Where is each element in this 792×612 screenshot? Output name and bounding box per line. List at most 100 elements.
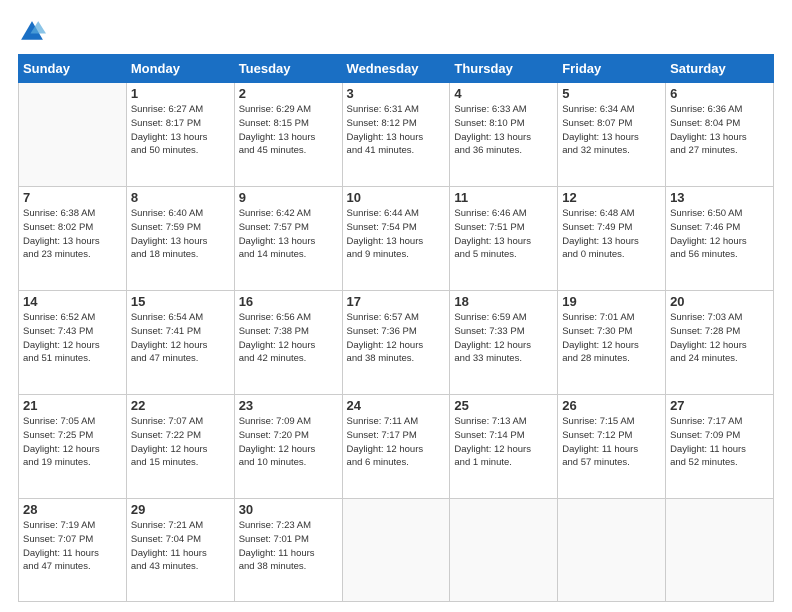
calendar-cell: 23 Sunrise: 7:09 AMSunset: 7:20 PMDayligh…: [234, 395, 342, 499]
day-number: 15: [131, 294, 230, 309]
calendar-week-4: 21 Sunrise: 7:05 AMSunset: 7:25 PMDayligh…: [19, 395, 774, 499]
calendar-cell: [450, 499, 558, 602]
calendar-cell: 30Sunrise: 7:23 AMSunset: 7:01 PMDayligh…: [234, 499, 342, 602]
day-info: Sunrise: 7:21 AMSunset: 7:04 PMDaylight:…: [131, 519, 230, 574]
calendar-week-3: 14Sunrise: 6:52 AMSunset: 7:43 PMDayligh…: [19, 291, 774, 395]
day-number: 3: [347, 86, 446, 101]
day-info: Sunrise: 6:36 AMSunset: 8:04 PMDaylight:…: [670, 103, 769, 158]
day-info: Sunrise: 7:05 AMSunset: 7:25 PMDaylight:…: [23, 415, 122, 470]
day-info: Sunrise: 7:15 AMSunset: 7:12 PMDaylight:…: [562, 415, 661, 470]
calendar-cell: 17 Sunrise: 6:57 AMSunset: 7:36 PMDayligh…: [342, 291, 450, 395]
day-info: Sunrise: 7:07 AMSunset: 7:22 PMDaylight:…: [131, 415, 230, 470]
day-number: 24: [347, 398, 446, 413]
calendar-cell: 20Sunrise: 7:03 AMSunset: 7:28 PMDayligh…: [666, 291, 774, 395]
calendar-cell: 9 Sunrise: 6:42 AMSunset: 7:57 PMDaylight…: [234, 187, 342, 291]
day-number: 13: [670, 190, 769, 205]
calendar-cell: 4 Sunrise: 6:33 AMSunset: 8:10 PMDaylight…: [450, 83, 558, 187]
calendar-cell: 13Sunrise: 6:50 AMSunset: 7:46 PMDayligh…: [666, 187, 774, 291]
calendar-cell: 21 Sunrise: 7:05 AMSunset: 7:25 PMDayligh…: [19, 395, 127, 499]
day-number: 12: [562, 190, 661, 205]
day-info: Sunrise: 6:34 AMSunset: 8:07 PMDaylight:…: [562, 103, 661, 158]
calendar-cell: 14Sunrise: 6:52 AMSunset: 7:43 PMDayligh…: [19, 291, 127, 395]
day-info: Sunrise: 6:29 AMSunset: 8:15 PMDaylight:…: [239, 103, 338, 158]
day-info: Sunrise: 6:33 AMSunset: 8:10 PMDaylight:…: [454, 103, 553, 158]
calendar-cell: [342, 499, 450, 602]
day-number: 16: [239, 294, 338, 309]
page: SundayMondayTuesdayWednesdayThursdayFrid…: [0, 0, 792, 612]
calendar-cell: 29 Sunrise: 7:21 AMSunset: 7:04 PMDayligh…: [126, 499, 234, 602]
day-number: 23: [239, 398, 338, 413]
day-number: 26: [562, 398, 661, 413]
calendar-cell: 28 Sunrise: 7:19 AMSunset: 7:07 PMDayligh…: [19, 499, 127, 602]
day-info: Sunrise: 7:17 AMSunset: 7:09 PMDaylight:…: [670, 415, 769, 470]
calendar-cell: 12Sunrise: 6:48 AMSunset: 7:49 PMDayligh…: [558, 187, 666, 291]
day-info: Sunrise: 7:11 AMSunset: 7:17 PMDaylight:…: [347, 415, 446, 470]
day-info: Sunrise: 6:59 AMSunset: 7:33 PMDaylight:…: [454, 311, 553, 366]
day-number: 5: [562, 86, 661, 101]
calendar-cell: 27Sunrise: 7:17 AMSunset: 7:09 PMDayligh…: [666, 395, 774, 499]
calendar-cell: 15 Sunrise: 6:54 AMSunset: 7:41 PMDayligh…: [126, 291, 234, 395]
day-number: 11: [454, 190, 553, 205]
day-number: 28: [23, 502, 122, 517]
calendar-cell: 11 Sunrise: 6:46 AMSunset: 7:51 PMDayligh…: [450, 187, 558, 291]
calendar-cell: 1Sunrise: 6:27 AMSunset: 8:17 PMDaylight…: [126, 83, 234, 187]
day-info: Sunrise: 6:56 AMSunset: 7:38 PMDaylight:…: [239, 311, 338, 366]
day-info: Sunrise: 6:40 AMSunset: 7:59 PMDaylight:…: [131, 207, 230, 262]
day-number: 10: [347, 190, 446, 205]
col-header-friday: Friday: [558, 55, 666, 83]
day-info: Sunrise: 7:01 AMSunset: 7:30 PMDaylight:…: [562, 311, 661, 366]
calendar-cell: [666, 499, 774, 602]
day-number: 4: [454, 86, 553, 101]
day-number: 18: [454, 294, 553, 309]
day-info: Sunrise: 6:31 AMSunset: 8:12 PMDaylight:…: [347, 103, 446, 158]
day-number: 7: [23, 190, 122, 205]
col-header-monday: Monday: [126, 55, 234, 83]
day-info: Sunrise: 6:46 AMSunset: 7:51 PMDaylight:…: [454, 207, 553, 262]
day-info: Sunrise: 7:13 AMSunset: 7:14 PMDaylight:…: [454, 415, 553, 470]
calendar-cell: 6 Sunrise: 6:36 AMSunset: 8:04 PMDaylight…: [666, 83, 774, 187]
calendar-cell: 10 Sunrise: 6:44 AMSunset: 7:54 PMDayligh…: [342, 187, 450, 291]
day-number: 19: [562, 294, 661, 309]
day-number: 21: [23, 398, 122, 413]
day-info: Sunrise: 6:38 AMSunset: 8:02 PMDaylight:…: [23, 207, 122, 262]
day-number: 17: [347, 294, 446, 309]
col-header-saturday: Saturday: [666, 55, 774, 83]
col-header-thursday: Thursday: [450, 55, 558, 83]
logo: [18, 18, 50, 46]
calendar-cell: 16 Sunrise: 6:56 AMSunset: 7:38 PMDayligh…: [234, 291, 342, 395]
day-info: Sunrise: 7:19 AMSunset: 7:07 PMDaylight:…: [23, 519, 122, 574]
day-number: 25: [454, 398, 553, 413]
calendar-cell: 19 Sunrise: 7:01 AMSunset: 7:30 PMDayligh…: [558, 291, 666, 395]
calendar-cell: 18 Sunrise: 6:59 AMSunset: 7:33 PMDayligh…: [450, 291, 558, 395]
calendar-week-2: 7 Sunrise: 6:38 AMSunset: 8:02 PMDaylight…: [19, 187, 774, 291]
calendar-cell: 22 Sunrise: 7:07 AMSunset: 7:22 PMDayligh…: [126, 395, 234, 499]
day-number: 6: [670, 86, 769, 101]
day-number: 9: [239, 190, 338, 205]
col-header-wednesday: Wednesday: [342, 55, 450, 83]
calendar-cell: 24 Sunrise: 7:11 AMSunset: 7:17 PMDayligh…: [342, 395, 450, 499]
day-number: 2: [239, 86, 338, 101]
day-info: Sunrise: 6:54 AMSunset: 7:41 PMDaylight:…: [131, 311, 230, 366]
calendar-cell: 26 Sunrise: 7:15 AMSunset: 7:12 PMDayligh…: [558, 395, 666, 499]
col-header-sunday: Sunday: [19, 55, 127, 83]
day-info: Sunrise: 6:44 AMSunset: 7:54 PMDaylight:…: [347, 207, 446, 262]
calendar-cell: 5 Sunrise: 6:34 AMSunset: 8:07 PMDaylight…: [558, 83, 666, 187]
day-info: Sunrise: 6:27 AMSunset: 8:17 PMDaylight:…: [131, 103, 230, 158]
calendar-week-5: 28 Sunrise: 7:19 AMSunset: 7:07 PMDayligh…: [19, 499, 774, 602]
day-info: Sunrise: 7:09 AMSunset: 7:20 PMDaylight:…: [239, 415, 338, 470]
day-number: 29: [131, 502, 230, 517]
day-info: Sunrise: 6:42 AMSunset: 7:57 PMDaylight:…: [239, 207, 338, 262]
calendar-cell: [19, 83, 127, 187]
day-number: 22: [131, 398, 230, 413]
day-number: 8: [131, 190, 230, 205]
calendar-table: SundayMondayTuesdayWednesdayThursdayFrid…: [18, 54, 774, 602]
day-number: 20: [670, 294, 769, 309]
day-number: 14: [23, 294, 122, 309]
calendar-cell: [558, 499, 666, 602]
day-info: Sunrise: 7:23 AMSunset: 7:01 PMDaylight:…: [239, 519, 338, 574]
day-info: Sunrise: 6:57 AMSunset: 7:36 PMDaylight:…: [347, 311, 446, 366]
col-header-tuesday: Tuesday: [234, 55, 342, 83]
calendar-cell: 25 Sunrise: 7:13 AMSunset: 7:14 PMDayligh…: [450, 395, 558, 499]
header: [18, 18, 774, 46]
calendar-cell: 3 Sunrise: 6:31 AMSunset: 8:12 PMDaylight…: [342, 83, 450, 187]
